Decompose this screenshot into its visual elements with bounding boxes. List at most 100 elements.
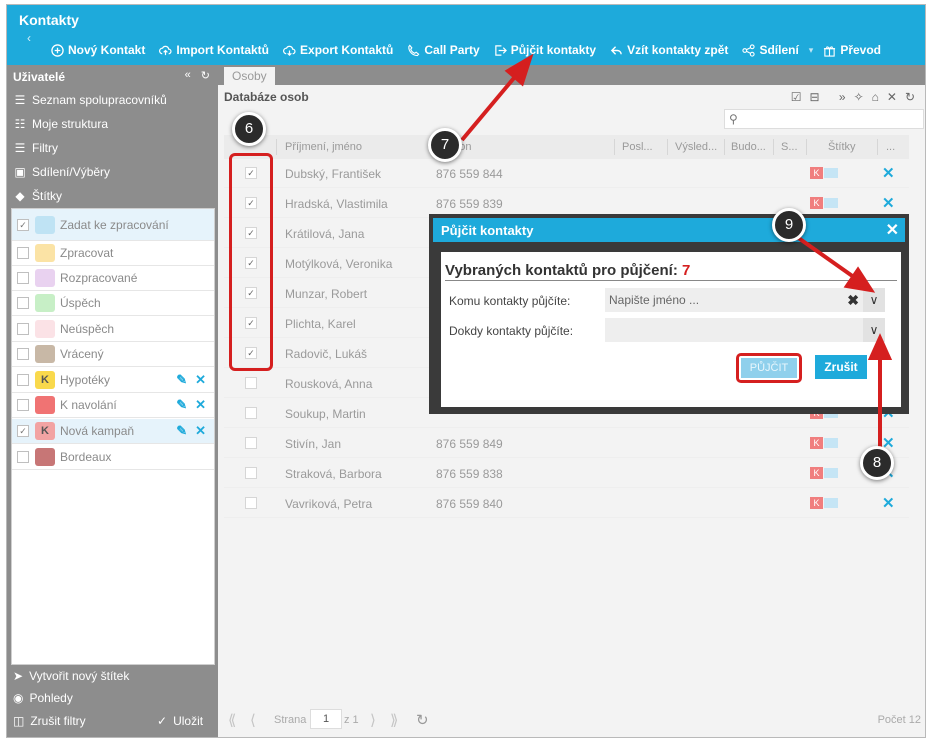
export-contacts-button[interactable]: Export Kontaktů [283, 43, 393, 57]
refresh-icon[interactable]: ↻ [416, 711, 429, 729]
col-more[interactable]: ... [886, 141, 895, 153]
delete-icon[interactable]: ✕ [882, 494, 895, 512]
table-row[interactable]: ✓ Dubský, František 876 559 844 K ✕ [224, 159, 909, 188]
borrow-contacts-button[interactable]: Půjčit kontakty [494, 43, 596, 57]
delete-icon[interactable]: ✕ [195, 423, 206, 439]
label-row-hypoteky[interactable]: K Hypotéky ✎ ✕ [12, 368, 214, 393]
edit-icon[interactable]: ✎ [176, 372, 187, 388]
edit-icon[interactable]: ✎ [176, 423, 187, 439]
label-row-rozpracovane[interactable]: Rozpracované [12, 266, 214, 291]
col-labels[interactable]: Štítky [828, 141, 856, 153]
contact-name[interactable]: Straková, Barbora [285, 467, 382, 481]
row-checkbox[interactable] [245, 377, 257, 389]
uncheck-all-icon[interactable]: ⊟ [809, 90, 819, 104]
contact-name[interactable]: Stivín, Jan [285, 437, 341, 451]
views-button[interactable]: ◉ Pohledy [13, 691, 73, 705]
col-result[interactable]: Výsled... [675, 141, 717, 153]
sidebar-item-structure[interactable]: ☷ Moje struktura [13, 113, 108, 135]
col-name[interactable]: Příjmení, jméno [285, 141, 362, 153]
check-all-icon[interactable]: ☑ [791, 90, 802, 104]
contact-name[interactable]: Motýlková, Veronika [285, 257, 392, 271]
sidebar-item-filters[interactable]: ☰ Filtry [13, 137, 58, 159]
col-s[interactable]: S... [781, 141, 798, 153]
first-page-icon[interactable]: ⟪ [228, 711, 236, 729]
label-row-vraceny[interactable]: Vrácený [12, 342, 214, 367]
label-checkbox[interactable] [17, 348, 29, 360]
sharing-dropdown-icon[interactable]: ▾ [809, 45, 814, 56]
new-contact-button[interactable]: Nový Kontakt [51, 43, 145, 57]
call-party-button[interactable]: Call Party [407, 43, 480, 57]
new-label-button[interactable]: ➤ Vytvořit nový štítek [13, 669, 129, 683]
expand-icon[interactable]: » [839, 90, 846, 104]
row-checkbox[interactable] [245, 437, 257, 449]
borrow-button[interactable]: PŮJČIT [736, 353, 802, 383]
label-row-k-navolani[interactable]: K navolání ✎ ✕ [12, 393, 214, 418]
row-checkbox[interactable] [245, 407, 257, 419]
tab-persons[interactable]: Osoby [224, 67, 275, 85]
delete-icon[interactable]: ✕ [195, 372, 206, 388]
label-checkbox[interactable] [17, 272, 29, 284]
chevron-down-icon[interactable]: ∨ [863, 288, 885, 312]
take-back-contacts-button[interactable]: Vzít kontakty zpět [610, 43, 728, 57]
due-date-field[interactable]: ∨ [605, 318, 885, 342]
sidebar-item-sharing[interactable]: ▣ Sdílení/Výběry [13, 161, 110, 183]
delete-icon[interactable]: ✕ [882, 194, 895, 212]
label-checkbox[interactable] [17, 451, 29, 463]
contact-name[interactable]: Radovič, Lukáš [285, 347, 367, 361]
label-checkbox[interactable] [17, 399, 29, 411]
label-checkbox[interactable]: ✓ [17, 425, 29, 437]
contact-name[interactable]: Dubský, František [285, 167, 381, 181]
chevron-down-icon[interactable]: ∨ [863, 318, 885, 342]
label-row-bordeaux[interactable]: Bordeaux [12, 445, 214, 470]
clear-icon[interactable]: ✖ [847, 288, 859, 312]
close-icon[interactable]: ✕ [887, 90, 897, 104]
contact-name[interactable]: Rousková, Anna [285, 377, 372, 391]
contact-name[interactable]: Hradská, Vlastimila [285, 197, 388, 211]
save-button[interactable]: ✓ Uložit [157, 714, 203, 728]
label-checkbox[interactable] [17, 323, 29, 335]
col-last[interactable]: Posl... [622, 141, 653, 153]
import-contacts-button[interactable]: Import Kontaktů [159, 43, 269, 57]
delete-icon[interactable]: ✕ [882, 164, 895, 182]
refresh-icon[interactable]: ↻ [201, 69, 210, 82]
collapse-left-icon[interactable]: « [185, 69, 191, 82]
row-checkbox[interactable] [245, 467, 257, 479]
last-page-icon[interactable]: ⟫ [390, 711, 398, 729]
table-row[interactable]: Straková, Barbora876 559 838K✕ [224, 459, 909, 488]
recipient-field[interactable]: Napište jméno ... ✖ ∨ [605, 288, 885, 312]
label-row-uspech[interactable]: Úspěch [12, 291, 214, 316]
label-row-neuspech[interactable]: Neúspěch [12, 317, 214, 342]
label-checkbox[interactable] [17, 297, 29, 309]
prev-page-icon[interactable]: ⟨ [250, 711, 256, 729]
row-checkbox[interactable] [245, 497, 257, 509]
cancel-button[interactable]: Zrušit [815, 355, 867, 379]
home-icon[interactable]: ⌂ [872, 90, 879, 104]
edit-icon[interactable]: ✎ [176, 397, 187, 413]
label-checkbox[interactable] [17, 374, 29, 386]
search-input[interactable]: ⚲ [724, 109, 924, 129]
col-future[interactable]: Budo... [731, 141, 766, 153]
delete-icon[interactable]: ✕ [195, 397, 206, 413]
label-checkbox[interactable] [17, 247, 29, 259]
label-row-zpracovat[interactable]: Zpracovat [12, 241, 214, 266]
contact-name[interactable]: Vavriková, Petra [285, 497, 372, 511]
label-row-nova-kampan[interactable]: ✓ K Nová kampaň ✎ ✕ [12, 419, 214, 444]
refresh-icon[interactable]: ↻ [905, 90, 915, 104]
pin-icon[interactable]: ✧ [854, 90, 864, 104]
label-checkbox[interactable]: ✓ [17, 218, 29, 231]
page-input[interactable]: 1 [310, 709, 342, 729]
contact-name[interactable]: Soukup, Martin [285, 407, 366, 421]
contact-name[interactable]: Plichta, Karel [285, 317, 356, 331]
collapse-icon[interactable]: ‹ [27, 31, 31, 45]
table-row[interactable]: Stivín, Jan 876 559 849 K ✕ [224, 429, 909, 458]
contact-name[interactable]: Krátilová, Jana [285, 227, 364, 241]
close-icon[interactable]: ✕ [886, 220, 899, 240]
table-row[interactable]: Vavriková, Petra 876 559 840 K ✕ [224, 489, 909, 518]
sidebar-item-coworkers[interactable]: ☰ Seznam spolupracovníků [13, 89, 167, 111]
label-row-zadat[interactable]: ✓ Zadat ke zpracování [12, 209, 214, 241]
sharing-button[interactable]: Sdílení [742, 43, 799, 57]
next-page-icon[interactable]: ⟩ [370, 711, 376, 729]
transfer-button[interactable]: Převod [823, 43, 881, 57]
clear-filters-button[interactable]: ◫ Zrušit filtry [13, 714, 86, 728]
contact-name[interactable]: Munzar, Robert [285, 287, 367, 301]
